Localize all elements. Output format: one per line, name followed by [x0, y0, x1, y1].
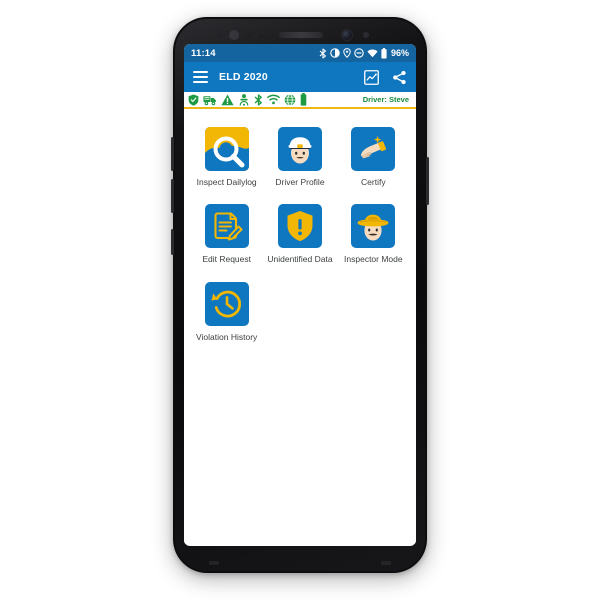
wifi-icon[interactable]: [267, 94, 280, 105]
brightness-icon: [330, 48, 340, 58]
app-tile-inspect-dailylog[interactable]: Inspect Dailylog: [190, 127, 263, 187]
app-tile-certify[interactable]: Certify: [337, 127, 410, 187]
violation-history-tile[interactable]: [204, 281, 249, 326]
app-tile-edit-request[interactable]: Edit Request: [190, 204, 263, 264]
phone-screen: 11:14 96% ELD 2020 Driver: Steve Inspect…: [184, 44, 416, 546]
eld-connection-icon[interactable]: [238, 93, 250, 106]
light-sensor-icon: [247, 33, 252, 38]
app-label: Violation History: [196, 331, 258, 342]
signing-hand-icon: [361, 136, 387, 159]
location-icon: [343, 48, 351, 58]
front-camera-icon: [341, 29, 353, 41]
globe-icon[interactable]: [284, 93, 296, 106]
unidentified-data-tile[interactable]: [277, 204, 322, 249]
android-status-bar: 11:14 96%: [184, 44, 416, 62]
phone-device-frame: 11:14 96% ELD 2020 Driver: Steve Inspect…: [171, 17, 429, 573]
app-tile-violation-history[interactable]: Violation History: [190, 281, 263, 342]
sheriff-face-icon: [357, 214, 389, 241]
bluetooth-icon[interactable]: [254, 93, 263, 106]
hamburger-menu-icon[interactable]: [193, 71, 208, 83]
app-label: Unidentified Data: [267, 254, 333, 265]
sensor-dot-icon: [363, 32, 369, 38]
do-not-disturb-icon: [354, 48, 364, 58]
truck-icon[interactable]: [203, 94, 217, 106]
shield-icon[interactable]: [188, 94, 199, 106]
app-tile-inspector-mode[interactable]: Inspector Mode: [337, 204, 410, 264]
assistant-button[interactable]: [171, 229, 174, 255]
bottom-speaker-left: [209, 561, 219, 565]
eld-status-strip: Driver: Steve: [184, 92, 416, 109]
app-label: Edit Request: [202, 254, 251, 265]
driver-profile-tile[interactable]: [277, 127, 322, 171]
screenshot-canvas: 11:14 96% ELD 2020 Driver: Steve Inspect…: [0, 0, 600, 600]
page-title: ELD 2020: [219, 71, 268, 83]
battery-icon: [381, 47, 387, 58]
app-label: Driver Profile: [275, 177, 325, 187]
magnifier-document-icon: [204, 127, 249, 171]
battery-icon[interactable]: [300, 93, 307, 106]
app-label: Inspector Mode: [344, 254, 403, 265]
app-label: Certify: [361, 177, 386, 187]
main-content: Inspect Dailylog Driver Profile Certify …: [184, 109, 416, 544]
earpiece-speaker: [279, 32, 323, 38]
driver-name-label: Driver: Steve: [362, 95, 409, 104]
led-indicator-icon: [259, 34, 263, 38]
bottom-speaker-right: [381, 561, 391, 565]
proximity-sensor-icon: [217, 33, 222, 38]
share-icon[interactable]: [392, 70, 407, 85]
clock-history-icon: [211, 290, 241, 318]
chart-image-icon[interactable]: [364, 69, 379, 85]
status-clock: 11:14: [191, 47, 216, 59]
battery-percent-label: 96%: [390, 48, 409, 58]
app-label: Inspect Dailylog: [196, 177, 257, 187]
app-tile-unidentified-data[interactable]: Unidentified Data: [263, 204, 336, 264]
shield-exclamation-icon: [287, 211, 313, 242]
inspector-mode-tile[interactable]: [351, 204, 396, 249]
app-toolbar: ELD 2020: [184, 62, 416, 92]
app-grid: Inspect Dailylog Driver Profile Certify …: [190, 127, 410, 342]
eld-status-icons: [188, 93, 307, 106]
app-bar-actions: [364, 69, 407, 85]
iris-scanner-icon: [229, 30, 239, 40]
edit-request-tile[interactable]: [204, 204, 249, 249]
driver-face-icon: [288, 137, 312, 164]
volume-up-button[interactable]: [171, 137, 174, 171]
document-pencil-icon: [214, 212, 243, 241]
power-button[interactable]: [426, 157, 429, 205]
app-tile-driver-profile[interactable]: Driver Profile: [263, 127, 336, 187]
bluetooth-icon: [319, 47, 327, 59]
certify-tile[interactable]: [351, 127, 396, 171]
status-bar-icons: 96%: [319, 47, 409, 59]
inspect-dailylog-tile[interactable]: [204, 127, 249, 171]
wifi-icon: [367, 49, 378, 57]
warning-triangle-icon[interactable]: [221, 94, 234, 106]
volume-down-button[interactable]: [171, 179, 174, 213]
